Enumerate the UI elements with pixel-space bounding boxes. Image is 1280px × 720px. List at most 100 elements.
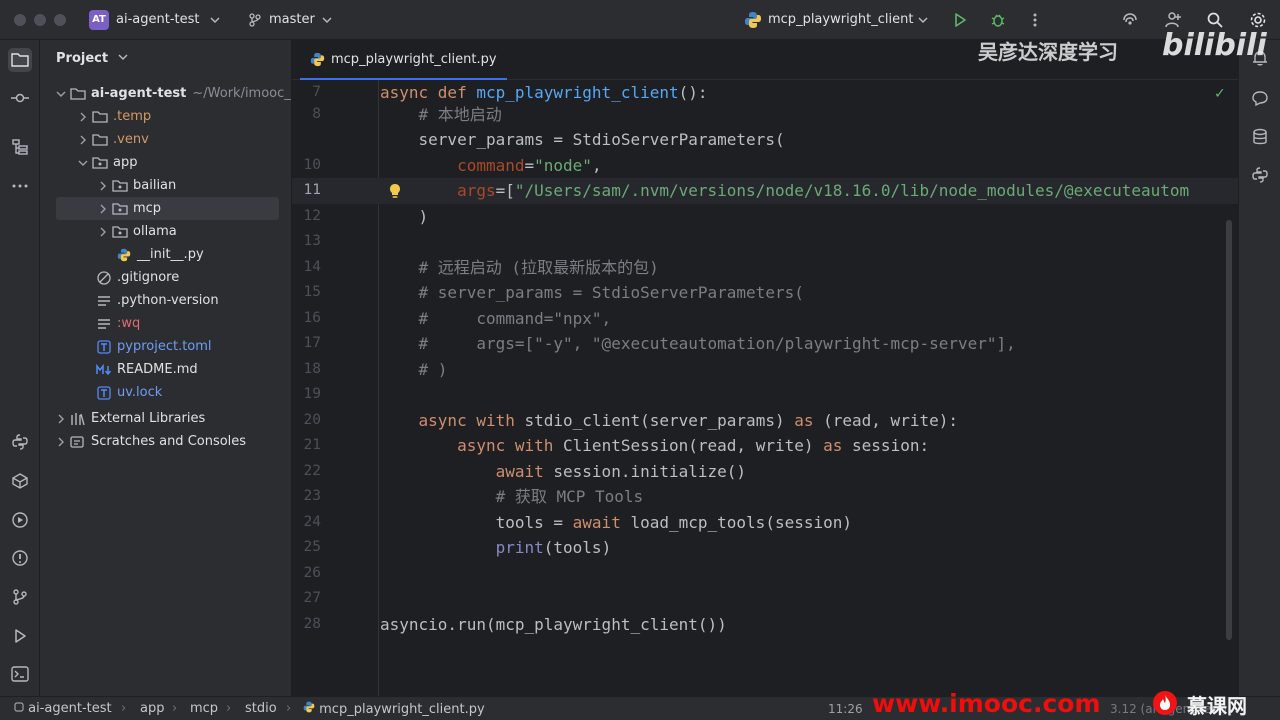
lightbulb-icon[interactable]	[387, 183, 403, 199]
tree-item-label: .python-version	[117, 293, 219, 308]
tree-item-gitignore[interactable]: .gitignore	[40, 266, 291, 289]
left-tool-strip	[0, 40, 40, 696]
breadcrumb-item[interactable]: stdio	[245, 701, 277, 716]
package-folder-icon	[112, 178, 128, 194]
chevron-right-icon[interactable]	[76, 110, 90, 124]
python-packages-icon[interactable]	[1249, 164, 1271, 186]
run-tool-icon[interactable]	[8, 624, 32, 648]
editor-tab-mcp-playwright-client[interactable]: mcp_playwright_client.py	[300, 40, 507, 80]
tree-item-label: pyproject.toml	[117, 339, 212, 354]
python-console-icon[interactable]	[8, 430, 32, 454]
tree-item-python-version[interactable]: .python-version	[40, 289, 291, 312]
chevron-down-icon[interactable]	[316, 9, 338, 31]
window-zoom-button[interactable]	[54, 14, 66, 26]
chevron-down-icon[interactable]	[76, 156, 90, 170]
line-number: 15	[303, 284, 321, 300]
chevron-right-icon[interactable]	[96, 225, 110, 239]
line-number: 16	[303, 310, 321, 326]
project-folder-icon[interactable]	[8, 48, 32, 72]
git-branch-icon[interactable]	[244, 9, 266, 31]
code-text: async with stdio_client(server_params) a…	[418, 411, 958, 430]
tree-item-pyproject[interactable]: pyproject.toml	[40, 335, 291, 358]
breadcrumb-item[interactable]: mcp_playwright_client.py	[303, 701, 485, 717]
tree-item-mcp[interactable]: mcp	[56, 197, 279, 220]
more-options-icon[interactable]	[1024, 9, 1046, 31]
bilibili-logo: bilibili	[1162, 28, 1267, 63]
more-tools-icon[interactable]	[8, 174, 32, 198]
tree-item-app[interactable]: app	[40, 151, 291, 174]
code-text: args=["/Users/sam/.nvm/versions/node/v18…	[457, 181, 1190, 200]
breadcrumb-item[interactable]: app	[140, 701, 164, 716]
tree-item-scratches[interactable]: Scratches and Consoles	[40, 430, 291, 453]
code-text: tools = await load_mcp_tools(session)	[380, 513, 853, 532]
code-text: # 远程启动 (拉取最新版本的包)	[380, 258, 659, 277]
window-close-button[interactable]	[14, 14, 26, 26]
chevron-right-icon[interactable]	[96, 202, 110, 216]
breadcrumb-item[interactable]: ai-agent-test	[14, 701, 112, 716]
code-text: # command="npx",	[380, 309, 612, 328]
breadcrumb-item[interactable]: mcp	[190, 701, 218, 716]
run-icon[interactable]	[949, 9, 971, 31]
services-icon[interactable]	[8, 508, 32, 532]
tree-item-root[interactable]: ai-agent-test ~/Work/imooc_	[40, 82, 291, 105]
python-packages-icon[interactable]	[8, 469, 32, 493]
python-file-icon	[310, 52, 325, 67]
text-file-icon	[96, 293, 112, 309]
chevron-down-icon[interactable]	[54, 87, 68, 101]
chevron-down-icon[interactable]	[118, 52, 128, 62]
tree-item-label: .gitignore	[117, 270, 180, 285]
run-configuration[interactable]: mcp_playwright_client	[768, 12, 913, 27]
tree-item-ollama[interactable]: ollama	[40, 220, 291, 243]
line-number: 10	[303, 157, 321, 173]
tree-item-bailian[interactable]: bailian	[40, 174, 291, 197]
code-line: 22 await session.initialize()	[292, 459, 1238, 485]
debug-icon[interactable]	[987, 9, 1009, 31]
ai-chat-icon[interactable]	[1249, 87, 1271, 109]
editor-tab-label: mcp_playwright_client.py	[331, 51, 497, 67]
breadcrumb-separator-icon: ›	[226, 701, 232, 716]
code-text: )	[380, 207, 429, 226]
chevron-right-icon[interactable]	[54, 435, 68, 449]
tree-item-label: app	[113, 155, 138, 170]
chevron-right-icon[interactable]	[76, 133, 90, 147]
problems-icon[interactable]	[8, 546, 32, 570]
ai-assistant-icon[interactable]	[1119, 9, 1141, 31]
code-line: 8 # 本地启动	[292, 102, 1238, 128]
cursor-position[interactable]: 11:26	[828, 702, 863, 716]
breadcrumb-label: mcp_playwright_client.py	[319, 702, 485, 717]
breadcrumb-separator-icon: ›	[172, 701, 178, 716]
terminal-icon[interactable]	[8, 662, 32, 686]
project-badge[interactable]: AT	[89, 10, 109, 30]
project-name[interactable]: ai-agent-test	[116, 12, 199, 27]
line-number: 18	[303, 361, 321, 377]
code-text: # 本地启动	[380, 105, 502, 124]
structure-icon[interactable]	[8, 135, 32, 159]
chevron-right-icon[interactable]	[96, 179, 110, 193]
tree-item-readme[interactable]: README.md	[40, 358, 291, 381]
tree-item-uv-lock[interactable]: uv.lock	[40, 381, 291, 404]
package-folder-icon	[112, 224, 128, 240]
line-number: 26	[303, 565, 321, 581]
editor-scrollbar[interactable]	[1226, 220, 1232, 640]
database-icon[interactable]	[1249, 126, 1271, 148]
git-icon[interactable]	[8, 585, 32, 609]
code-text: await session.initialize()	[495, 462, 747, 481]
tree-item-venv[interactable]: .venv	[40, 128, 291, 151]
project-panel-header[interactable]: Project	[56, 51, 128, 66]
window-minimize-button[interactable]	[34, 14, 46, 26]
tree-item-temp[interactable]: .temp	[40, 105, 291, 128]
tree-item-init-py[interactable]: __init__.py	[40, 243, 291, 266]
code-line: 23 # 获取 MCP Tools	[292, 484, 1238, 510]
chevron-down-icon[interactable]	[912, 9, 934, 31]
tree-item-wq[interactable]: :wq	[40, 312, 291, 335]
folder-icon	[70, 86, 86, 102]
commit-icon[interactable]	[8, 86, 32, 110]
project-panel-title: Project	[56, 51, 109, 66]
tree-item-external-libraries[interactable]: External Libraries	[40, 407, 291, 430]
check-icon: ✓	[1214, 86, 1226, 102]
code-editor[interactable]: 7 async def mcp_playwright_client(): 8 #…	[292, 80, 1238, 696]
chevron-down-icon[interactable]	[204, 9, 226, 31]
chevron-right-icon[interactable]	[54, 412, 68, 426]
code-text: asyncio.run(mcp_playwright_client())	[380, 615, 727, 634]
branch-name[interactable]: master	[269, 12, 315, 27]
